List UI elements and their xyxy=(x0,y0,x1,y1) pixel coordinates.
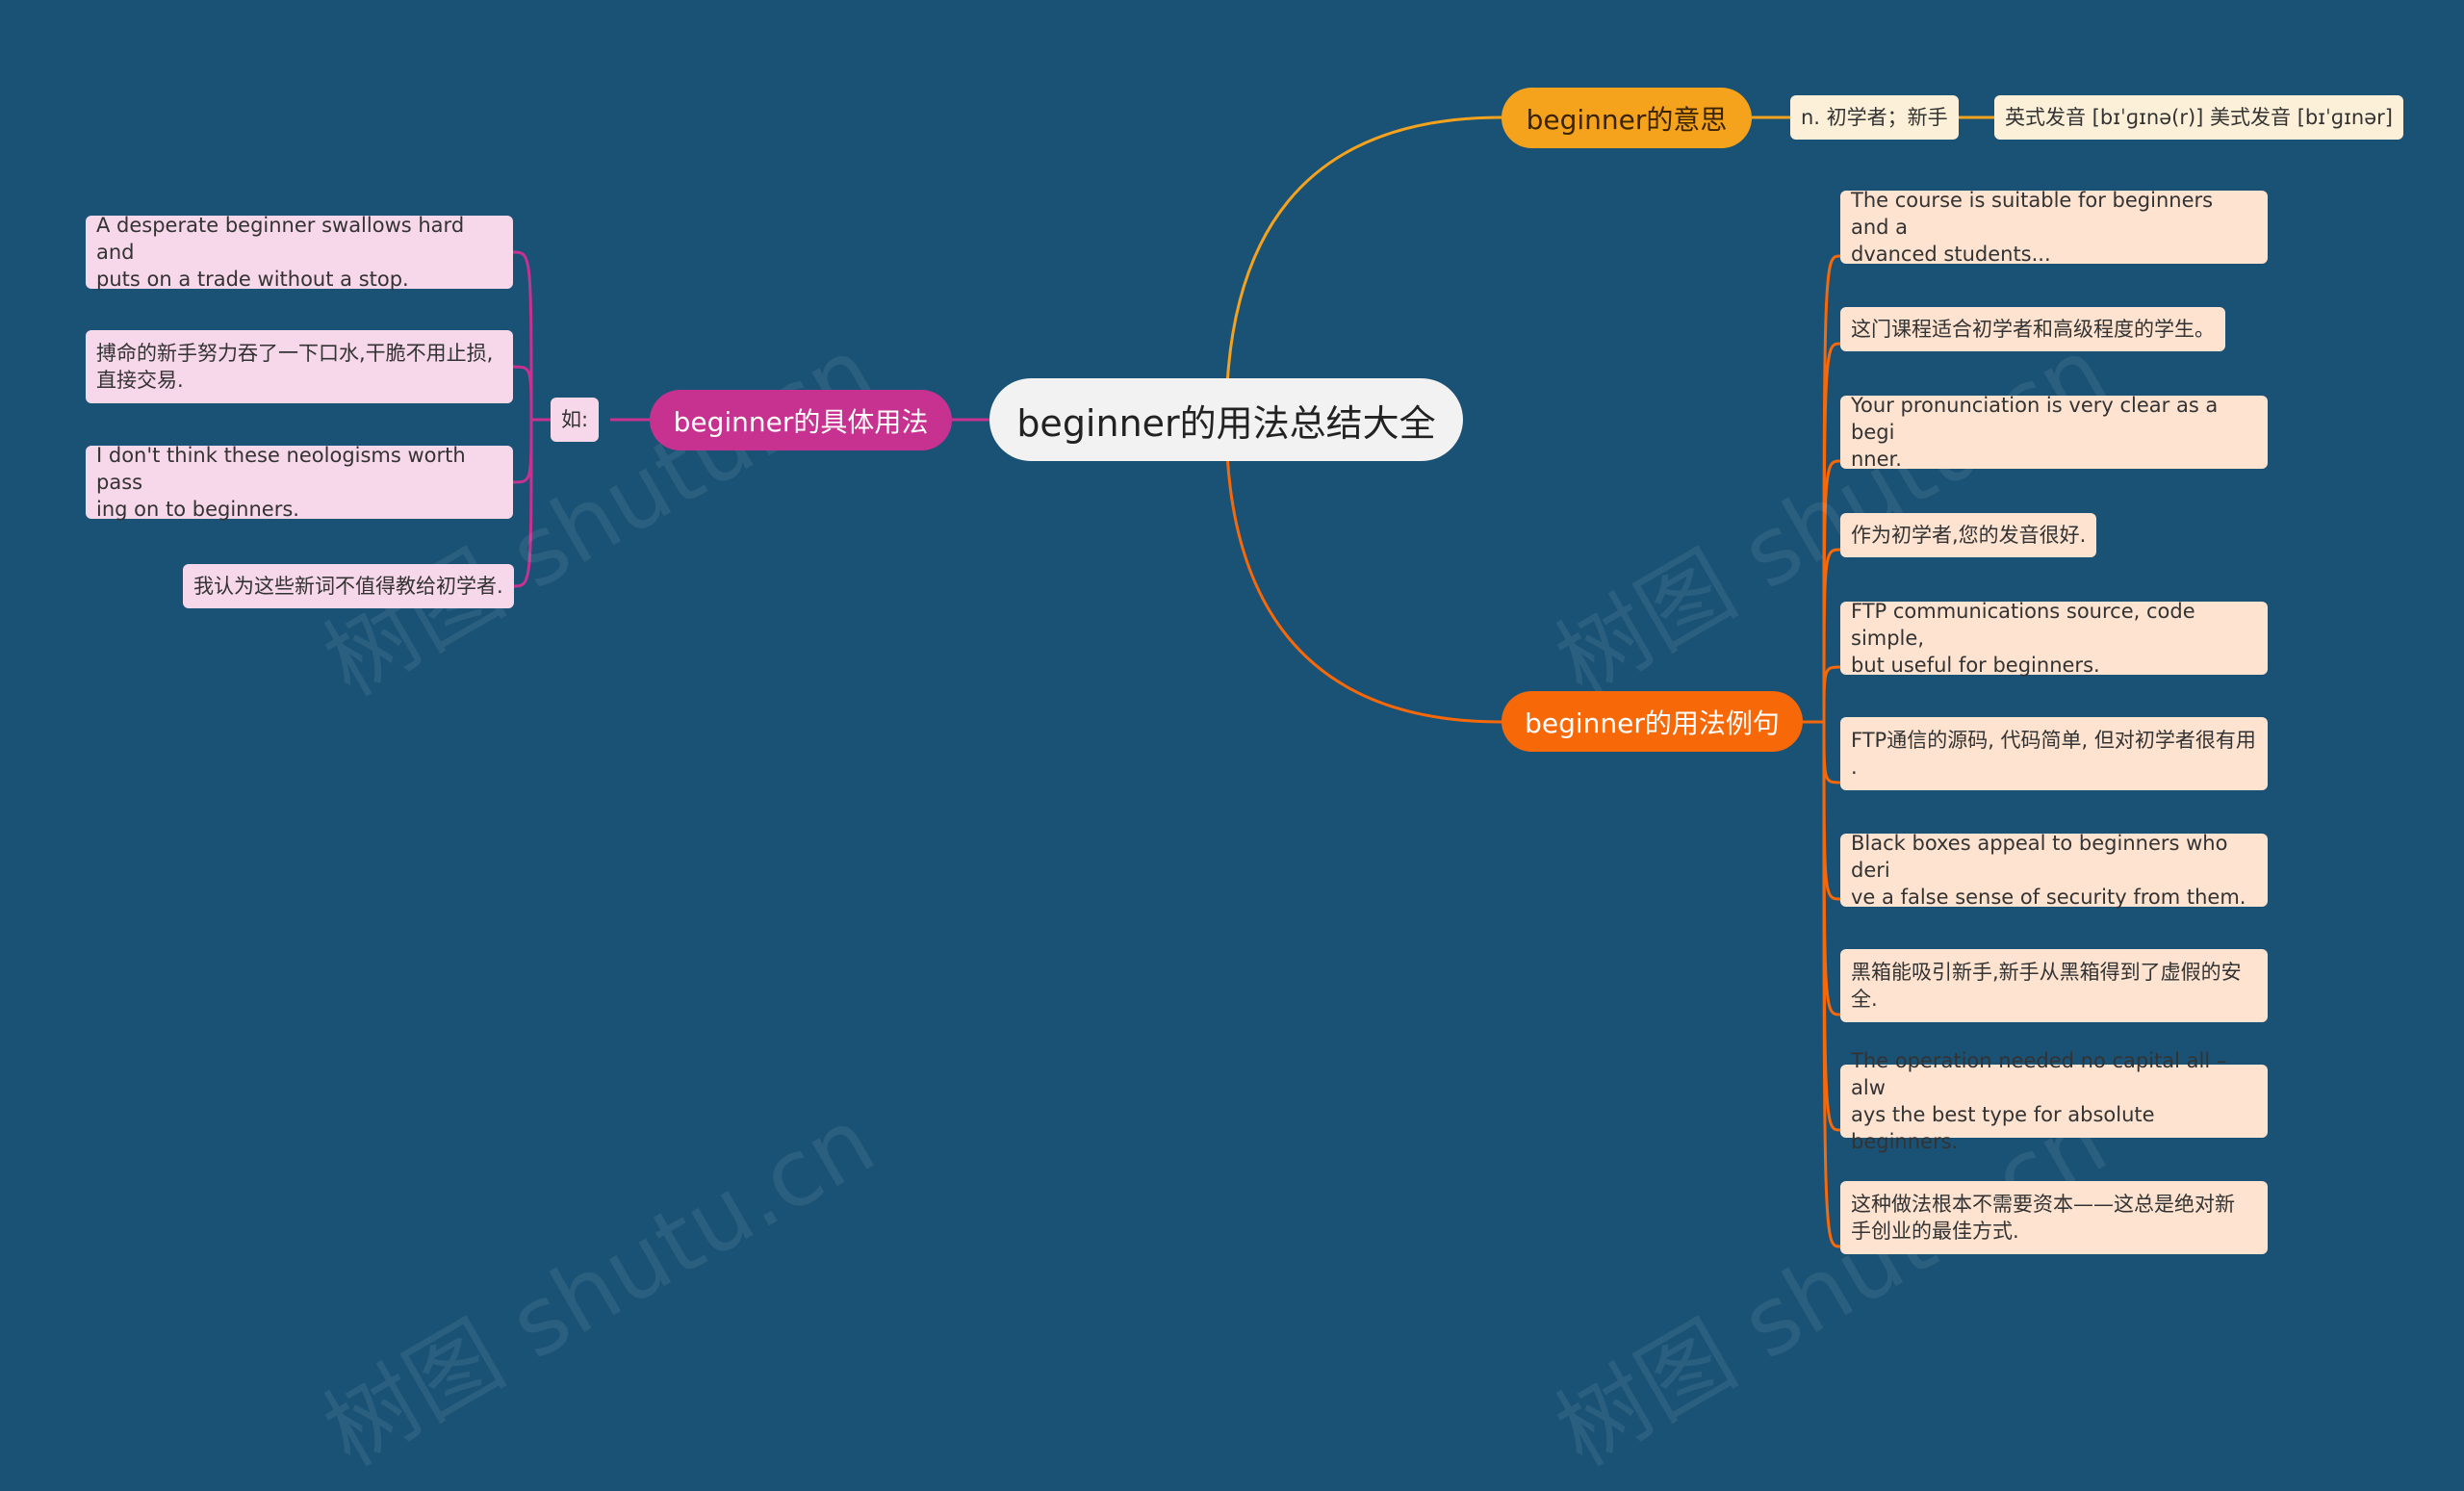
leaf-text: n. 初学者；新手 xyxy=(1801,106,1948,129)
line-example-leaf xyxy=(1822,721,1841,1248)
leaf-text: 黑箱能吸引新手,新手从黑箱得到了虚假的安 全. xyxy=(1851,961,2242,1011)
line-example-leaf xyxy=(1822,721,1841,901)
line-usage-leaf xyxy=(512,365,533,421)
leaf-text: I don't think these neologisms worth pas… xyxy=(96,444,466,521)
example-sentence[interactable]: Black boxes appeal to beginners who deri… xyxy=(1840,832,2268,909)
example-sentence[interactable]: 作为初学者,您的发音很好. xyxy=(1840,513,2097,557)
line-root-meaning xyxy=(1224,116,1502,421)
example-sentence[interactable]: 这门课程适合初学者和高级程度的学生。 xyxy=(1840,307,2225,351)
branch-usage[interactable]: beginner的具体用法 xyxy=(650,390,952,450)
line-example-leaf xyxy=(1822,721,1841,1016)
line-example-leaf xyxy=(1822,721,1841,784)
line-root-examples xyxy=(1224,419,1502,724)
leaf-text: 如: xyxy=(561,408,589,431)
leaf-text: The course is suitable for beginners and… xyxy=(1851,189,2214,266)
example-sentence[interactable]: FTP通信的源码, 代码简单, 但对初学者很有用 . xyxy=(1840,717,2268,790)
leaf-text: 作为初学者,您的发音很好. xyxy=(1851,524,2087,547)
leaf-text: FTP communications source, code simple, … xyxy=(1851,600,2195,677)
watermark: 树图 shutu.cn xyxy=(306,1087,892,1487)
root-topic[interactable]: beginner的用法总结大全 xyxy=(989,378,1463,461)
usage-sentence[interactable]: I don't think these neologisms worth pas… xyxy=(86,444,513,521)
usage-sentence[interactable]: 我认为这些新词不值得教给初学者. xyxy=(183,564,514,608)
example-sentence[interactable]: The course is suitable for beginners and… xyxy=(1840,189,2268,266)
leaf-text: The operation needed no capital all – al… xyxy=(1851,1049,2227,1153)
line-example-leaf xyxy=(1822,721,1841,1132)
leaf-text: 搏命的新手努力吞了一下口水,干脆不用止损, 直接交易. xyxy=(96,342,494,392)
mind-map: 树图 shutu.cn 树图 shutu.cn 树图 shutu.cn 树图 s… xyxy=(0,0,2464,1487)
leaf-text: Black boxes appeal to beginners who deri… xyxy=(1851,832,2246,909)
branch-meaning[interactable]: beginner的意思 xyxy=(1502,88,1752,148)
example-sentence[interactable]: Your pronunciation is very clear as a be… xyxy=(1840,394,2268,471)
branch-examples[interactable]: beginner的用法例句 xyxy=(1502,691,1803,752)
example-sentence[interactable]: FTP communications source, code simple, … xyxy=(1840,600,2268,677)
meaning-leaf-definition[interactable]: n. 初学者；新手 xyxy=(1790,95,1959,140)
leaf-text: 我认为这些新词不值得教给初学者. xyxy=(193,575,503,598)
example-sentence[interactable]: 这种做法根本不需要资本——这总是绝对新 手创业的最佳方式. xyxy=(1840,1181,2268,1254)
leaf-text: Your pronunciation is very clear as a be… xyxy=(1851,394,2219,471)
example-sentence[interactable]: The operation needed no capital all – al… xyxy=(1840,1049,2268,1153)
leaf-text: 这门课程适合初学者和高级程度的学生。 xyxy=(1851,318,2215,341)
leaf-text: 英式发音 [bɪˈɡɪnə(r)] 美式发音 [bɪˈɡɪnər] xyxy=(2005,106,2393,129)
example-sentence[interactable]: 黑箱能吸引新手,新手从黑箱得到了虚假的安 全. xyxy=(1840,949,2268,1022)
meaning-leaf-pronunciation[interactable]: 英式发音 [bɪˈɡɪnə(r)] 美式发音 [bɪˈɡɪnər] xyxy=(1994,95,2403,140)
usage-connector-label[interactable]: 如: xyxy=(551,398,600,442)
leaf-text: A desperate beginner swallows hard and p… xyxy=(96,214,465,291)
leaf-text: FTP通信的源码, 代码简单, 但对初学者很有用 . xyxy=(1851,729,2256,779)
usage-sentence[interactable]: 搏命的新手努力吞了一下口水,干脆不用止损, 直接交易. xyxy=(86,330,513,403)
usage-sentence[interactable]: A desperate beginner swallows hard and p… xyxy=(86,214,513,291)
line-usage-leaf xyxy=(512,250,533,421)
line-example-leaf xyxy=(1822,665,1841,723)
leaf-text: 这种做法根本不需要资本——这总是绝对新 手创业的最佳方式. xyxy=(1851,1193,2235,1243)
